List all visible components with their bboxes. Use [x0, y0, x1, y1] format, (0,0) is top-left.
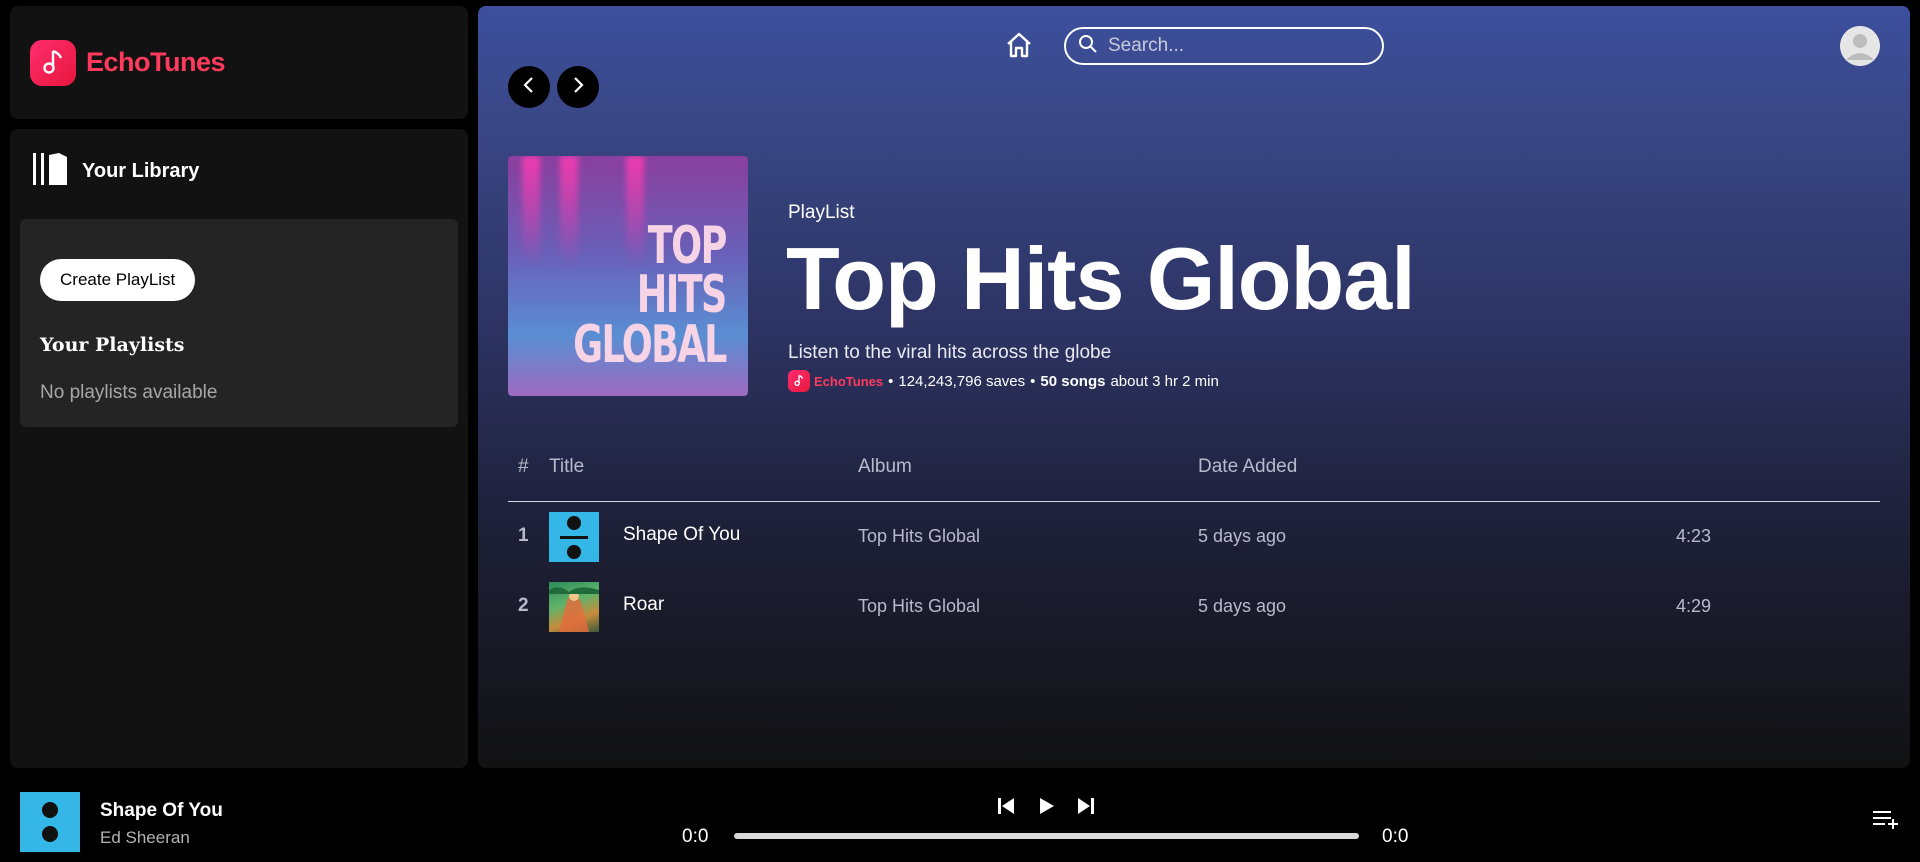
cover-text-line: HITS [636, 265, 728, 326]
track-date-added: 5 days ago [1198, 526, 1287, 546]
create-playlist-button[interactable]: Create PlayList [40, 259, 196, 301]
divide-album-cover [549, 512, 599, 562]
cover-title: TOP HITS GLOBAL [530, 215, 728, 375]
meta-brand[interactable]: EchoTunes [814, 374, 883, 389]
next-icon[interactable] [1072, 792, 1100, 820]
track-date-added: 5 days ago [1198, 596, 1287, 616]
playlist-duration: about 3 hr 2 min [1110, 372, 1219, 390]
track-number: 1 [518, 525, 529, 546]
total-time: 0:0 [1382, 826, 1409, 847]
track-title[interactable]: Shape Of You [623, 524, 740, 546]
previous-icon[interactable] [992, 792, 1020, 820]
cover-text-line: GLOBAL [573, 314, 727, 375]
column-date-added: Date Added [1198, 456, 1298, 477]
playlist-description: Listen to the viral hits across the glob… [788, 342, 1112, 363]
library-title: Your Library [82, 160, 200, 182]
playlist-meta: EchoTunes • 124,243,796 saves • 50 songs… [788, 370, 1219, 392]
music-note-icon [788, 370, 810, 392]
library-header[interactable]: Your Library [32, 151, 199, 192]
now-playing-artist[interactable]: Ed Sheeran [100, 828, 190, 848]
search-icon [1078, 34, 1098, 59]
forward-button[interactable] [557, 66, 599, 108]
library-icon [32, 151, 68, 192]
saves-count: 124,243,796 saves [898, 372, 1026, 390]
chevron-right-icon [570, 76, 586, 99]
meta-separator: • [1030, 372, 1036, 390]
table-row[interactable]: 1 Shape Of You Top Hits Global 5 days ag… [508, 502, 1880, 572]
search-input[interactable] [1108, 35, 1358, 57]
empty-playlists-message: No playlists available [40, 382, 218, 403]
playlist-title: Top Hits Global [786, 229, 1416, 328]
meta-separator: • [888, 372, 894, 390]
current-time: 0:0 [682, 826, 709, 847]
player-bar: Shape Of You Ed Sheeran 0:0 0:0 [0, 778, 1920, 862]
songs-count: 50 songs [1040, 372, 1106, 390]
track-number: 2 [518, 595, 529, 616]
music-note-icon[interactable] [30, 39, 76, 86]
chevron-left-icon [521, 76, 537, 99]
home-icon[interactable] [1002, 28, 1036, 62]
playlists-heading: Your Playlists [40, 334, 185, 356]
cover-text-line: TOP [648, 215, 728, 276]
library-card: Create PlayList Your Playlists No playli… [20, 219, 458, 427]
column-number: # [518, 456, 529, 477]
column-album: Album [858, 456, 912, 477]
progress-bar[interactable] [734, 833, 1359, 839]
prism-album-cover [549, 582, 599, 632]
playlist-type: PlayList [788, 202, 855, 223]
brand-panel: EchoTunes [10, 6, 468, 119]
queue-icon[interactable] [1872, 808, 1900, 832]
track-album[interactable]: Top Hits Global [858, 596, 980, 617]
playlist-cover: TOP HITS GLOBAL [508, 156, 748, 396]
now-playing-cover [20, 792, 80, 852]
track-album[interactable]: Top Hits Global [858, 526, 980, 547]
play-icon[interactable] [1032, 792, 1060, 820]
track-table: # Title Album Date Added 1 Shape Of You … [508, 440, 1880, 642]
table-row[interactable]: 2 Roar Top Hits Global 5 days ago 4:29 [508, 572, 1880, 642]
table-header: # Title Album Date Added [508, 440, 1880, 502]
track-title[interactable]: Roar [623, 594, 664, 616]
app-root: EchoTunes Your Library Create PlayList Y… [0, 0, 1920, 862]
now-playing-title[interactable]: Shape Of You [100, 800, 223, 822]
track-duration: 4:23 [1676, 526, 1712, 546]
brand-name[interactable]: EchoTunes [86, 47, 226, 78]
user-avatar-icon[interactable] [1840, 26, 1880, 66]
library-panel: Your Library Create PlayList Your Playli… [10, 129, 468, 768]
column-title: Title [549, 456, 585, 477]
back-button[interactable] [508, 66, 550, 108]
track-duration: 4:29 [1676, 596, 1712, 616]
main-panel: TOP HITS GLOBAL PlayList Top Hits Global… [478, 6, 1910, 768]
search-box [1064, 27, 1384, 65]
